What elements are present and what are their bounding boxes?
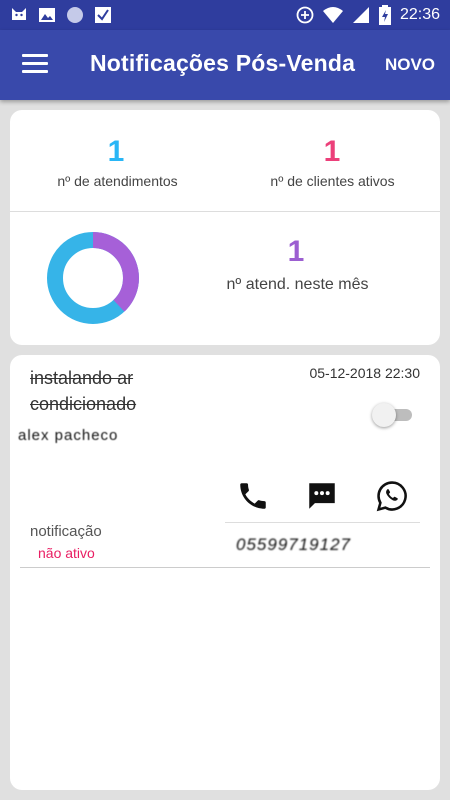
actions-divider	[225, 522, 420, 523]
circle-icon	[67, 7, 83, 23]
notification-toggle[interactable]	[372, 403, 412, 427]
mes-count: 1	[287, 235, 305, 268]
item-title: instalando ar condicionado	[30, 368, 137, 414]
clientes-ativos-count: 1	[323, 135, 341, 168]
cat-icon	[12, 8, 26, 20]
menu-icon[interactable]	[22, 54, 48, 74]
battery-icon	[378, 5, 391, 25]
clientes-ativos-label: nº de clientes ativos	[270, 173, 395, 189]
app-bar: Notificações Pós-Venda NOVO	[0, 30, 450, 100]
page-title: Notificações Pós-Venda	[90, 50, 356, 76]
status-right-icons: 22:36	[296, 5, 440, 25]
atendimentos-label: nº de atendimentos	[57, 173, 178, 189]
status-bar: 22:36	[0, 0, 450, 30]
status-left-icons	[10, 6, 112, 24]
card-bottom-divider	[20, 567, 430, 568]
wifi-icon	[322, 7, 343, 23]
image-icon	[39, 8, 55, 22]
toggle-thumb	[372, 403, 396, 427]
item-date: 05-12-2018 22:30	[309, 365, 420, 381]
phone-icon[interactable]	[236, 479, 270, 513]
client-name: alex pacheco	[18, 427, 119, 444]
notification-label: notificação	[30, 523, 102, 540]
phone-number[interactable]: 05599719127	[236, 535, 351, 555]
message-icon[interactable]	[305, 479, 339, 513]
whatsapp-icon[interactable]	[375, 479, 409, 513]
donut-chart	[47, 232, 139, 324]
notification-status: não ativo	[38, 545, 95, 561]
novo-button[interactable]: NOVO	[385, 55, 435, 75]
check-icon	[95, 7, 111, 23]
clock: 22:36	[399, 6, 440, 23]
summary-card: 1 nº de atendimentos 1 nº de clientes at…	[10, 110, 440, 345]
notification-card[interactable]: instalando ar condicionado 05-12-2018 22…	[10, 355, 440, 790]
atendimentos-count: 1	[107, 135, 125, 168]
mes-label: nº atend. neste mês	[226, 276, 369, 293]
summary-divider	[10, 211, 440, 212]
add-circle-icon	[296, 6, 314, 24]
signal-icon	[352, 7, 369, 23]
